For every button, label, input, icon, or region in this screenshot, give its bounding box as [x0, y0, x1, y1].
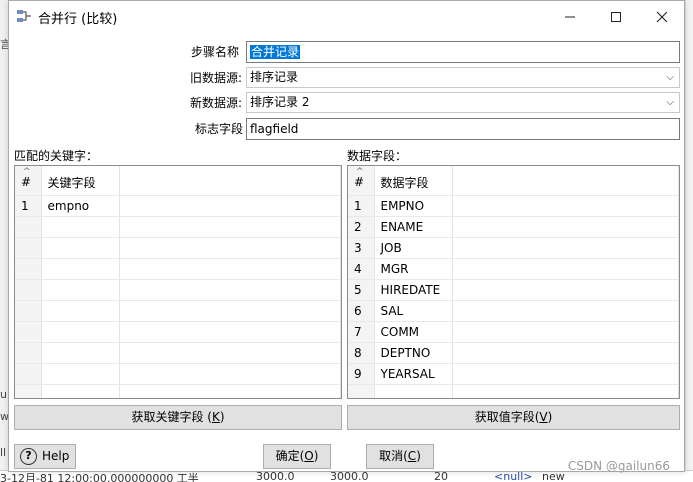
button-label: 获取关键字段 ( — [131, 410, 212, 424]
old-source-value: 排序记录 — [250, 70, 299, 84]
table-row[interactable] — [15, 279, 341, 301]
watermark-text: CSDN @gailun66 — [567, 459, 670, 473]
row-number: 9 — [348, 363, 375, 385]
table-row[interactable] — [15, 342, 341, 364]
old-source-label: 旧数据源: — [189, 71, 242, 85]
sort-caret-icon: ^ — [23, 167, 31, 177]
table-row[interactable]: 3 JOB — [348, 237, 679, 259]
dialog-title: 合并行 (比较) — [38, 12, 118, 27]
title-bar: 合并行 (比较) — [9, 1, 684, 31]
button-label-suffix: ) — [219, 410, 225, 424]
maximize-icon — [611, 11, 621, 22]
flag-field-value: flagfield — [250, 122, 299, 136]
table-row[interactable]: 7 COMM — [348, 321, 679, 343]
table-row[interactable]: 1 empno — [15, 195, 341, 217]
merge-step-icon — [17, 10, 31, 22]
button-mnemonic: C — [407, 449, 417, 463]
table-header-row: # 关键字段 — [15, 166, 341, 196]
table-row[interactable] — [15, 237, 341, 259]
button-label: 确定( — [275, 449, 305, 463]
value-field-cell[interactable]: JOB — [374, 237, 453, 259]
flag-field-input[interactable]: flagfield — [246, 118, 680, 140]
minimize-icon — [565, 16, 575, 17]
row-number: 6 — [348, 300, 375, 322]
step-name-value: 合并记录 — [250, 45, 301, 59]
flag-field-label: 标志字段 — [194, 122, 243, 136]
step-name-input[interactable]: 合并记录 — [246, 41, 680, 63]
value-field-cell[interactable]: ENAME — [374, 216, 453, 238]
new-source-select[interactable]: 排序记录 2 ⌵ — [246, 92, 680, 113]
table-header-row: # 数据字段 — [348, 166, 679, 196]
key-fields-table[interactable]: ^ # 关键字段 1 empno — [14, 165, 342, 399]
table-row[interactable]: 5 HIREDATE — [348, 279, 679, 301]
table-row[interactable] — [15, 216, 341, 238]
close-icon — [656, 11, 668, 22]
new-source-label: 新数据源: — [189, 96, 242, 110]
merge-rows-dialog: 合并行 (比较) 步骤名称 合并记录 旧数据源: 排序记录 ⌵ 新数据源: 排序… — [8, 0, 685, 473]
value-fields-table[interactable]: ^ # 数据字段 1 EMPNO 2 ENAME 3 JOB 4 MGR 5 HIREDA… — [347, 165, 680, 399]
value-fields-label: 数据字段： — [347, 149, 408, 163]
button-label-suffix: ) — [547, 410, 553, 424]
table-row[interactable] — [15, 363, 341, 385]
table-row[interactable] — [15, 300, 341, 322]
button-label: 取消( — [379, 449, 408, 463]
table-row[interactable] — [15, 321, 341, 343]
table-row[interactable]: 4 MGR — [348, 258, 679, 280]
value-field-cell[interactable]: EMPNO — [374, 195, 453, 217]
maximize-button[interactable] — [593, 1, 639, 31]
ok-button[interactable]: 确定(O) — [263, 444, 331, 469]
value-field-cell[interactable]: DEPTNO — [374, 342, 453, 364]
get-value-fields-button[interactable]: 获取值字段(V) — [347, 405, 680, 430]
cancel-button[interactable]: 取消(C) — [366, 444, 434, 469]
value-field-cell[interactable]: SAL — [374, 300, 453, 322]
close-button[interactable] — [639, 1, 685, 31]
table-row[interactable]: 9 YEARSAL — [348, 363, 679, 385]
help-button[interactable]: ? Help — [14, 444, 76, 469]
get-key-fields-button[interactable]: 获取关键字段 (K) — [14, 405, 342, 430]
value-field-cell[interactable]: COMM — [374, 321, 453, 343]
column-header[interactable]: 关键字段 — [41, 166, 120, 196]
help-label: Help — [42, 449, 70, 463]
button-mnemonic: O — [304, 449, 314, 463]
value-field-cell[interactable]: MGR — [374, 258, 453, 280]
step-name-label: 步骤名称 — [190, 45, 239, 59]
value-field-cell[interactable]: HIREDATE — [374, 279, 453, 301]
column-header[interactable]: 数据字段 — [374, 166, 453, 196]
table-row[interactable]: 8 DEPTNO — [348, 342, 679, 364]
key-field-cell[interactable]: empno — [41, 195, 120, 217]
row-number: 1 — [15, 195, 42, 217]
row-number: 2 — [348, 216, 375, 238]
table-row[interactable]: 2 ENAME — [348, 216, 679, 238]
new-source-value: 排序记录 2 — [250, 95, 310, 109]
chevron-down-icon: ⌵ — [666, 97, 674, 108]
help-icon: ? — [20, 448, 37, 465]
match-keys-label: 匹配的关键字： — [14, 149, 99, 163]
button-label-suffix: ) — [416, 449, 421, 463]
value-field-cell[interactable]: YEARSAL — [374, 363, 453, 385]
chevron-down-icon: ⌵ — [666, 72, 674, 83]
old-source-select[interactable]: 排序记录 ⌵ — [246, 67, 680, 88]
table-row[interactable] — [15, 384, 341, 398]
sort-caret-icon: ^ — [356, 167, 364, 177]
table-row[interactable] — [348, 384, 679, 398]
row-number: 4 — [348, 258, 375, 280]
background-app-right-strip — [685, 0, 693, 482]
table-row[interactable]: 1 EMPNO — [348, 195, 679, 217]
minimize-button[interactable] — [547, 1, 593, 31]
row-number: 5 — [348, 279, 375, 301]
button-label-suffix: ) — [313, 449, 319, 463]
row-number: 1 — [348, 195, 375, 217]
row-number: 3 — [348, 237, 375, 259]
table-row[interactable]: 6 SAL — [348, 300, 679, 322]
row-number: 7 — [348, 321, 375, 343]
button-label: 获取值字段( — [474, 410, 540, 424]
table-row[interactable] — [15, 258, 341, 280]
button-mnemonic: V — [539, 410, 548, 424]
row-number: 8 — [348, 342, 375, 364]
button-mnemonic: K — [211, 410, 220, 424]
